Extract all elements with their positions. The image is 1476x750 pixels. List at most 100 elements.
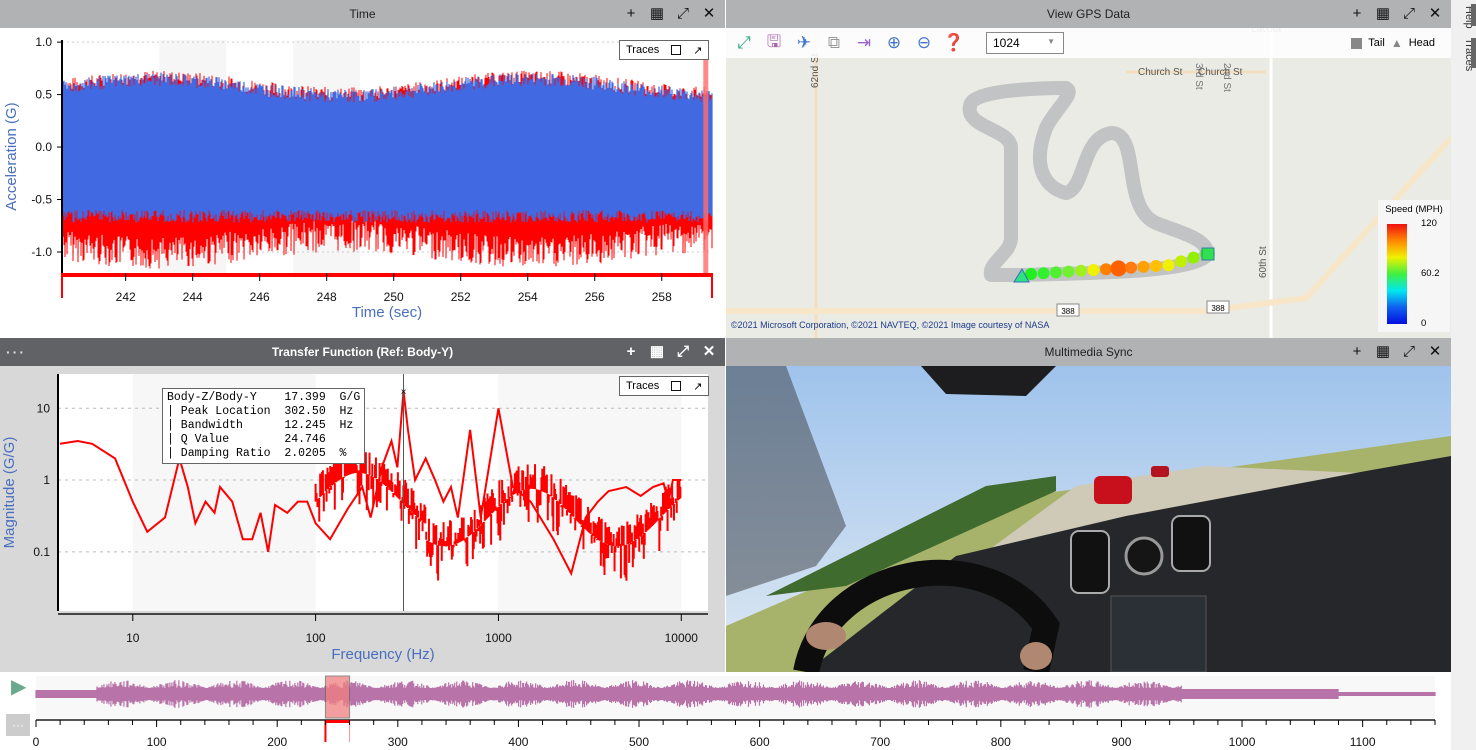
time-cursor <box>703 40 709 273</box>
points-select[interactable]: 1024 <box>986 32 1064 54</box>
street-label: 60th St <box>1258 246 1269 278</box>
x-tick-label: 246 <box>250 290 270 304</box>
video-frame[interactable] <box>726 366 1451 672</box>
multimedia-titlebar[interactable]: Multimedia Sync + ▦ ⤢ ✕ <box>726 338 1451 366</box>
add-icon[interactable]: + <box>1349 6 1365 22</box>
timeline-tick-label: 1000 <box>1229 735 1256 749</box>
speed-legend: Speed (MPH) 120 60.2 0 <box>1378 200 1450 332</box>
gps-titlebar[interactable]: View GPS Data + ▦ ⤢ ✕ <box>726 0 1451 28</box>
speed-colorbar <box>1387 224 1407 324</box>
help-icon[interactable]: ❓ <box>943 33 964 53</box>
popout-icon[interactable]: ↗ <box>693 44 702 57</box>
y-tick-label: -1.0 <box>31 245 52 259</box>
time-chart[interactable]: 1.0 0.5 0.0 -0.5 -1.0 242 244 246 248 250 252 254 25… <box>0 28 725 338</box>
close-icon[interactable]: ✕ <box>701 344 717 360</box>
peak-line: | Bandwidth 12.245 Hz <box>167 419 354 432</box>
side-tab-strip: Help Traces <box>1451 0 1476 750</box>
y-tick-label: -0.5 <box>31 193 52 207</box>
y-tick-label: 0.5 <box>35 88 52 102</box>
layout-icon[interactable]: ▦ <box>1375 6 1391 22</box>
y-tick-label: 1 <box>43 473 50 487</box>
peak-line: | Q Value 24.746 <box>167 433 326 446</box>
traces-label: Traces <box>626 380 660 392</box>
street-label: Church St <box>1198 67 1243 78</box>
gps-panel: 62nd St3rd St2nd StChurch StChurch StLac… <box>726 0 1451 338</box>
tail-head-legend: Tail ▲ Head <box>1351 36 1435 50</box>
x-tick-label: 252 <box>451 290 471 304</box>
checkbox-icon[interactable] <box>671 45 682 55</box>
time-panel: Time + ▦ ⤢ ✕ 1.0 0.5 0.0 -0.5 -1.0 242 244 246 2… <box>0 0 725 338</box>
multimedia-panel: Multimedia Sync + ▦ ⤢ ✕ <box>726 338 1451 672</box>
satellite-icon[interactable]: ✈ <box>794 33 814 53</box>
map-background <box>726 28 1451 338</box>
layout-icon[interactable]: ▦ <box>649 344 665 360</box>
hand <box>806 622 846 650</box>
gps-speed-point <box>1110 260 1127 277</box>
timeline-tick-label: 500 <box>629 735 649 749</box>
transfer-traces-legend[interactable]: Traces ↗ <box>619 376 710 396</box>
maximize-icon[interactable]: ⤢ <box>675 344 691 360</box>
gps-speed-point <box>1137 260 1150 273</box>
expand-icon[interactable]: ⤢ <box>734 33 754 53</box>
timeline-tick-label: 700 <box>870 735 890 749</box>
tail-label: Tail <box>1368 37 1385 49</box>
x-tick-label: 256 <box>585 290 605 304</box>
time-traces-legend[interactable]: Traces ↗ <box>619 40 710 60</box>
gps-speed-point <box>1100 263 1112 276</box>
gps-tail-marker <box>1201 247 1215 261</box>
peak-marker: × <box>401 387 407 398</box>
y-axis-label: Magnitude (G/G) <box>1 437 18 549</box>
timeline-panel: ▶ ··· 0 100 200 300 400 500 600 700 800 900 1000 11… <box>0 672 1451 750</box>
checkbox-icon[interactable] <box>671 381 682 391</box>
add-icon[interactable]: + <box>623 344 639 360</box>
x-tick-label: 10000 <box>665 631 699 645</box>
x-tick-label: 254 <box>518 290 538 304</box>
x-tick-label: 258 <box>652 290 672 304</box>
zoom-in-icon[interactable]: ⊕ <box>884 33 904 53</box>
side-tab-traces-marker <box>1471 38 1476 68</box>
gps-map[interactable]: 62nd St3rd St2nd StChurch StChurch StLac… <box>726 28 1451 338</box>
street-label: 62nd St <box>810 53 821 88</box>
timeline-tick-label: 100 <box>147 735 167 749</box>
maximize-icon[interactable]: ⤢ <box>1401 344 1417 360</box>
export-icon[interactable]: ⇥ <box>854 33 874 53</box>
gps-speed-point <box>1125 261 1137 274</box>
side-tab-help-marker <box>1471 4 1476 26</box>
layout-icon[interactable]: ▦ <box>1375 344 1391 360</box>
y-tick-label: 0.1 <box>33 545 50 559</box>
gps-speed-point <box>1150 260 1162 272</box>
transfer-titlebar[interactable]: ··· Transfer Function (Ref: Body-Y) + ▦ … <box>0 338 725 366</box>
x-tick-label: 242 <box>116 290 136 304</box>
copy-icon[interactable]: ⧉ <box>824 33 844 53</box>
transfer-title: Transfer Function (Ref: Body-Y) <box>271 345 454 359</box>
timeline-tick-label: 600 <box>750 735 770 749</box>
timeline-selection <box>324 675 351 719</box>
zoom-out-icon[interactable]: ⊖ <box>914 33 934 53</box>
maximize-icon[interactable]: ⤢ <box>675 6 691 22</box>
timeline-chart[interactable]: 0 100 200 300 400 500 600 700 800 900 1000 1100 <box>0 672 1451 750</box>
layout-icon[interactable]: ▦ <box>649 6 665 22</box>
gps-toolbar: ⤢ 🖫 ✈ ⧉ ⇥ ⊕ ⊖ ❓ 1024 <box>726 28 1451 58</box>
vent-right <box>1171 515 1211 572</box>
traces-label: Traces <box>626 44 660 56</box>
gps-speed-point <box>1050 266 1062 279</box>
add-icon[interactable]: + <box>1349 344 1365 360</box>
x-tick-label: 1000 <box>485 631 512 645</box>
save-icon[interactable]: 🖫 <box>764 32 784 53</box>
close-icon[interactable]: ✕ <box>1427 6 1443 22</box>
speed-mid: 60.2 <box>1421 268 1440 279</box>
speed-min: 0 <box>1421 318 1427 329</box>
close-icon[interactable]: ✕ <box>701 6 717 22</box>
maximize-icon[interactable]: ⤢ <box>1401 6 1417 22</box>
more-icon[interactable]: ··· <box>6 338 26 366</box>
timeline-tick-label: 400 <box>508 735 528 749</box>
y-axis-label: Acceleration (G) <box>3 102 20 210</box>
popout-icon[interactable]: ↗ <box>693 380 702 393</box>
time-title: Time <box>349 7 376 21</box>
close-icon[interactable]: ✕ <box>1427 344 1443 360</box>
peak-info-box: Body-Z/Body-Y 17.399 G/G | Peak Location … <box>162 388 366 464</box>
gps-speed-point <box>1075 264 1087 277</box>
add-icon[interactable]: + <box>623 6 639 22</box>
time-titlebar[interactable]: Time + ▦ ⤢ ✕ <box>0 0 725 28</box>
timeline-tick-label: 900 <box>1111 735 1131 749</box>
